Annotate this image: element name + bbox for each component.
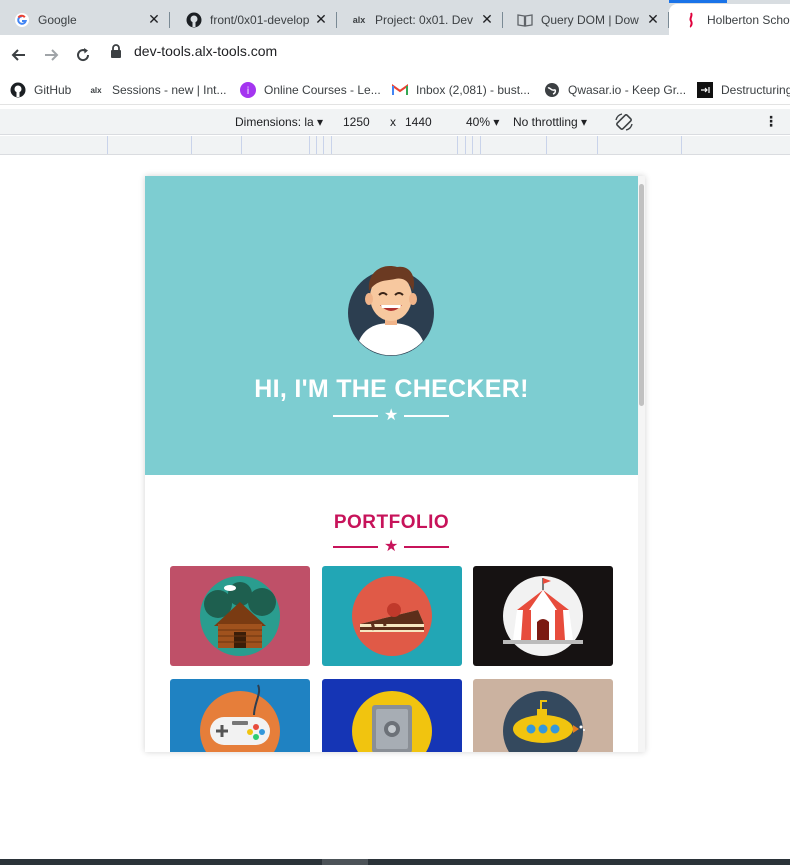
close-icon[interactable]: ✕ xyxy=(479,11,495,28)
globe-icon xyxy=(544,82,560,98)
zoom-label: 40% xyxy=(466,115,491,129)
tab-label: Query DOM | Dow xyxy=(541,12,639,27)
alx-icon: alx xyxy=(90,85,102,95)
scrollbar-thumb[interactable] xyxy=(639,184,644,406)
tab-query-dom[interactable]: Query DOM | Dow ✕ xyxy=(503,4,669,35)
github-icon xyxy=(10,82,26,98)
more-options-icon[interactable]: ⋮ xyxy=(764,113,778,130)
rotate-icon[interactable] xyxy=(614,112,634,135)
cake-icon xyxy=(352,576,432,656)
tab-label: Project: 0x01. Dev xyxy=(375,12,474,27)
bookmark-label: Destructuring xyxy=(721,83,790,97)
portfolio-divider: ★ xyxy=(333,538,450,555)
hero-divider: ★ xyxy=(333,407,450,424)
bookmark-label: Qwasar.io - Keep Gr... xyxy=(568,83,687,97)
media-query-ruler xyxy=(0,136,790,155)
svg-text:i: i xyxy=(247,86,250,97)
star-icon: ★ xyxy=(384,538,399,555)
portfolio-item-cabin[interactable] xyxy=(170,566,310,666)
tab-project[interactable]: alx Project: 0x01. Dev ✕ xyxy=(337,4,503,35)
portfolio-item-submarine[interactable] xyxy=(473,679,613,752)
cabin-icon xyxy=(200,576,280,656)
zoom-select[interactable]: 40% ▾ xyxy=(466,115,499,129)
url-text: dev-tools.alx-tools.com xyxy=(134,43,278,59)
close-icon[interactable]: ✕ xyxy=(146,11,162,28)
emulated-viewport: HI, I'M THE CHECKER! ★ PORTFOLIO ★ xyxy=(145,176,645,752)
bookmark-label: Inbox (2,081) - bust... xyxy=(416,83,531,97)
portfolio-item-circus[interactable] xyxy=(473,566,613,666)
submarine-icon xyxy=(503,691,585,752)
circus-tent-icon xyxy=(503,576,583,656)
game-controller-icon xyxy=(200,684,280,752)
height-input[interactable]: 1440 xyxy=(405,115,432,129)
bookmark-destructuring[interactable]: Destructuring xyxy=(697,82,790,98)
device-toolbar: Dimensions: la ▾ 1250 x 1440 40% ▾ No th… xyxy=(0,109,790,135)
hero-title: HI, I'M THE CHECKER! xyxy=(254,375,529,403)
star-icon: ★ xyxy=(384,407,399,424)
portfolio-title: PORTFOLIO xyxy=(333,512,450,533)
alx-icon: alx xyxy=(352,14,366,25)
times-symbol: x xyxy=(390,115,396,129)
tab-bar: Google ✕ front/0x01-develop ✕ alx Projec… xyxy=(0,0,790,35)
resize-handle[interactable] xyxy=(322,859,368,865)
gmail-icon xyxy=(392,82,408,98)
throttling-select[interactable]: No throttling ▾ xyxy=(513,115,587,129)
bookmark-qwasar[interactable]: Qwasar.io - Keep Gr... xyxy=(544,82,686,98)
google-icon xyxy=(14,12,30,28)
close-icon[interactable]: ✕ xyxy=(645,11,661,28)
bookmark-label: Sessions - new | Int... xyxy=(112,83,227,97)
tab-label: Holberton Schoo xyxy=(707,12,790,27)
close-icon[interactable]: ✕ xyxy=(313,11,329,28)
bookmark-online-courses[interactable]: i Online Courses - Le... xyxy=(240,82,381,98)
portfolio-item-safe[interactable] xyxy=(322,679,462,752)
holberton-icon xyxy=(683,11,699,28)
arrow-icon xyxy=(697,82,713,98)
safe-icon xyxy=(352,691,432,752)
portfolio-item-controller[interactable] xyxy=(170,679,310,752)
avatar xyxy=(348,266,434,356)
bookmarks-bar: GitHub alx Sessions - new | Int... i Onl… xyxy=(0,75,790,105)
lock-icon xyxy=(110,44,122,58)
bookmark-sessions[interactable]: alx Sessions - new | Int... xyxy=(88,82,227,98)
tab-github[interactable]: front/0x01-develop ✕ xyxy=(172,4,337,35)
browser-toolbar: dev-tools.alx-tools.com xyxy=(0,35,790,75)
tab-label: front/0x01-develop xyxy=(210,12,310,27)
bookmark-label: Online Courses - Le... xyxy=(264,83,381,97)
bookmark-label: GitHub xyxy=(34,83,72,97)
back-button[interactable] xyxy=(8,44,30,66)
tab-holberton[interactable]: Holberton Schoo xyxy=(669,0,790,35)
portfolio-item-cake[interactable] xyxy=(322,566,462,666)
hero-section: HI, I'M THE CHECKER! ★ xyxy=(145,176,638,475)
udemy-icon: i xyxy=(240,82,256,98)
throttling-label: No throttling xyxy=(513,115,578,129)
viewport-scrollbar[interactable] xyxy=(638,176,645,752)
bookmark-github[interactable]: GitHub xyxy=(10,82,71,98)
forward-button[interactable] xyxy=(40,44,62,66)
dimensions-label: Dimensions: la xyxy=(235,115,314,129)
reload-button[interactable] xyxy=(72,44,94,66)
tab-label: Google xyxy=(38,12,77,27)
tab-google[interactable]: Google ✕ xyxy=(0,4,170,35)
github-icon xyxy=(186,12,202,28)
width-input[interactable]: 1250 xyxy=(343,115,370,129)
bottom-bar xyxy=(0,859,790,865)
bookmark-inbox[interactable]: Inbox (2,081) - bust... xyxy=(392,82,530,98)
address-bar[interactable]: dev-tools.alx-tools.com xyxy=(110,43,277,59)
book-icon xyxy=(517,12,533,28)
dimensions-select[interactable]: Dimensions: la ▾ xyxy=(235,115,323,129)
